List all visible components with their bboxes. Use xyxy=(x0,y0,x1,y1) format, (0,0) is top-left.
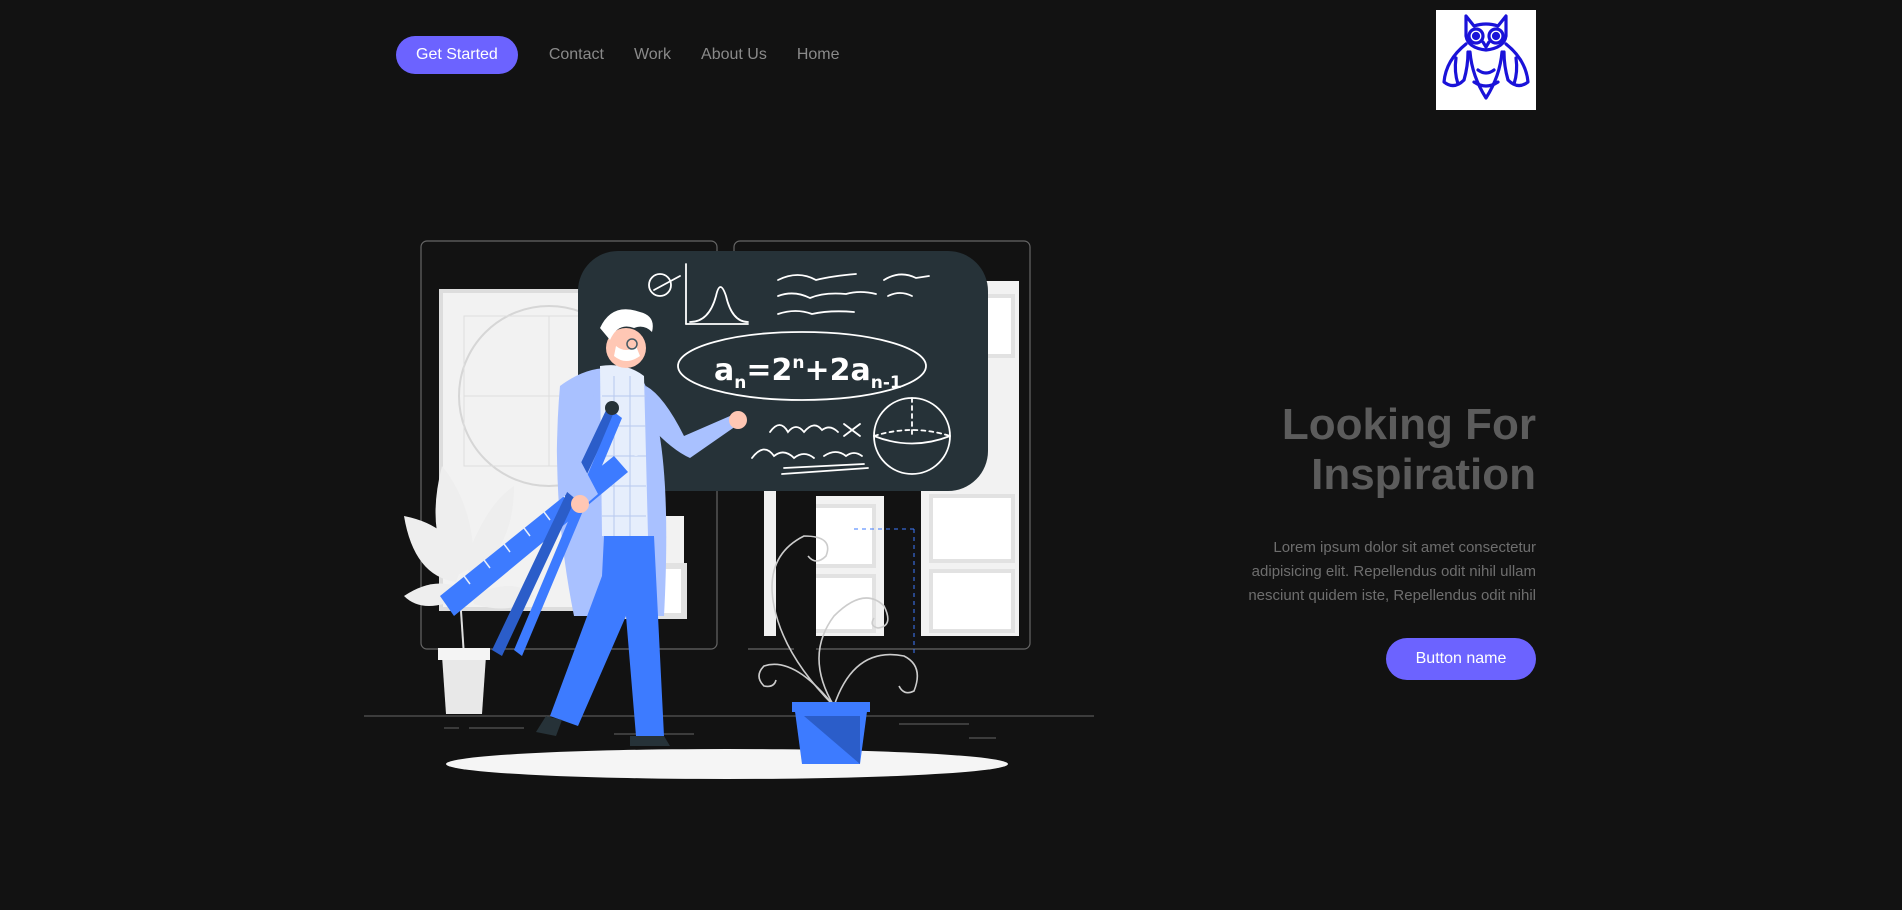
nav-link-about-us[interactable]: About Us xyxy=(701,46,767,64)
owl-logo[interactable] xyxy=(1436,10,1536,110)
formula-base: a xyxy=(714,353,734,388)
hero-description: Lorem ipsum dolor sit amet consectetur a… xyxy=(1248,539,1536,604)
hero-section: Looking For Inspiration Lorem ipsum dolo… xyxy=(1016,400,1536,680)
hero-title: Looking For Inspiration xyxy=(1016,400,1536,500)
hero-title-line-1: Looking For xyxy=(1281,400,1536,449)
formula-sub2: n-1 xyxy=(871,373,902,393)
formula-sub: n xyxy=(734,373,746,393)
hero-illustration: an=2n+2an-1 xyxy=(364,236,1094,786)
owl-icon xyxy=(1442,14,1530,100)
top-nav: Get Started Contact Work About Us Home xyxy=(396,36,840,74)
nav-link-contact[interactable]: Contact xyxy=(549,46,604,64)
formula-sup: n xyxy=(792,353,804,373)
formula-eq: =2 xyxy=(746,353,792,388)
nav-link-work[interactable]: Work xyxy=(634,46,671,64)
get-started-button[interactable]: Get Started xyxy=(396,36,518,74)
nav-link-home[interactable]: Home xyxy=(797,46,840,64)
hero-title-line-2: Inspiration xyxy=(1311,450,1536,499)
formula-plus: +2a xyxy=(804,353,870,388)
teacher-chalkboard-illustration: an=2n+2an-1 xyxy=(364,240,1094,779)
hero-cta-button[interactable]: Button name xyxy=(1386,638,1536,680)
nav-links: Contact Work About Us Home xyxy=(549,46,840,64)
landing-page: Get Started Contact Work About Us Home a… xyxy=(0,0,1902,910)
